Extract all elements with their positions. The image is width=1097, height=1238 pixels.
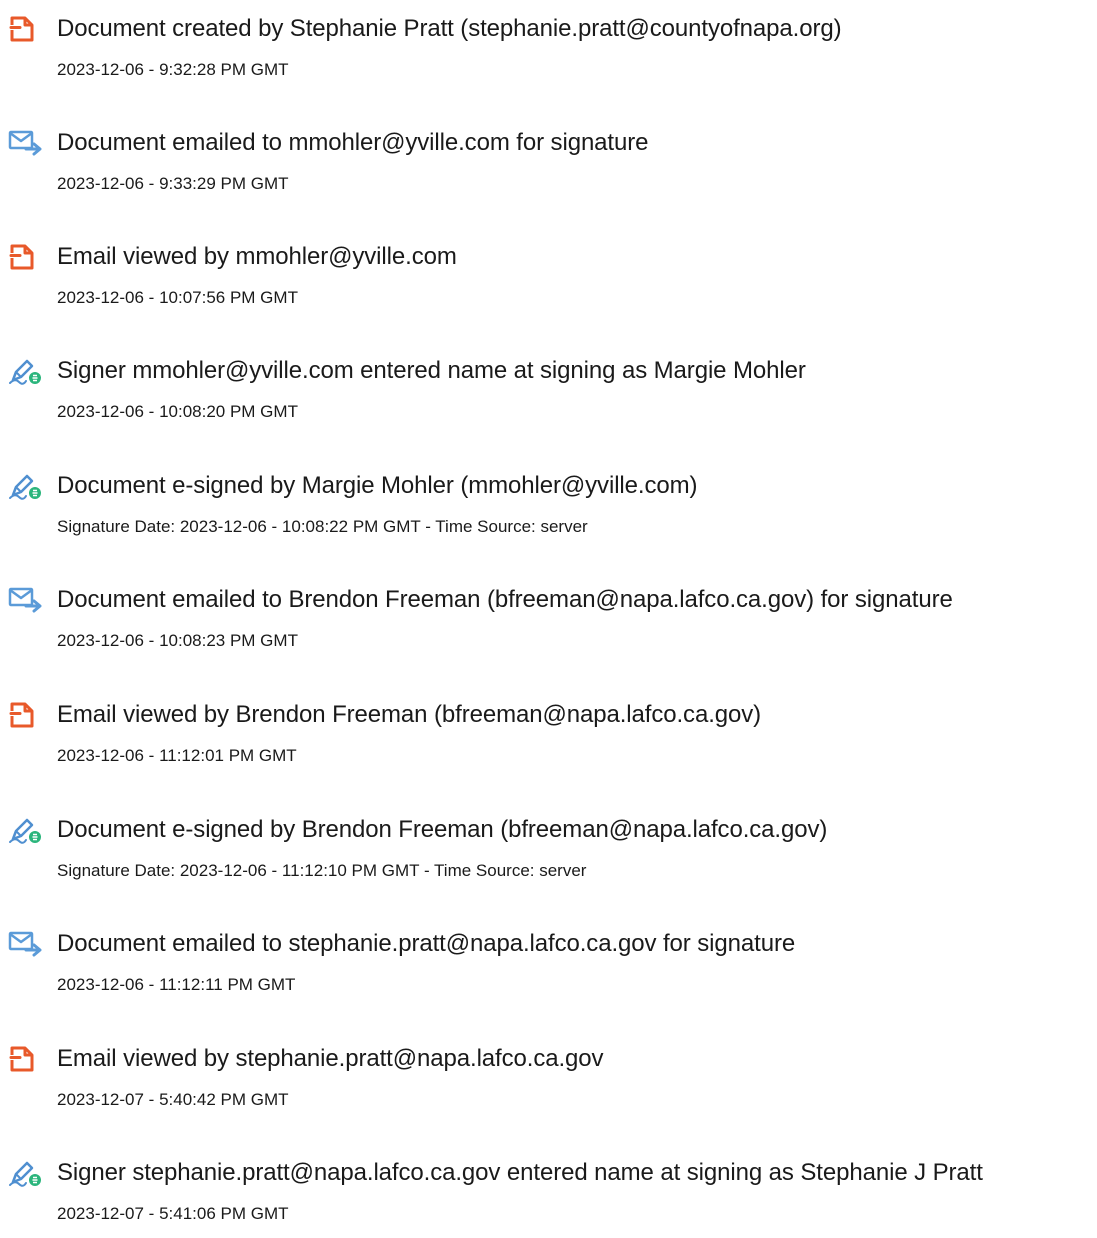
signature-detail: Signature Date: 2023-12-06 - 10:08:22 PM… [57, 517, 588, 536]
event-timestamp: 2023-12-06 - 10:08:20 PM GMT [57, 402, 298, 421]
event-title: Document e-signed by Brendon Freeman (bf… [57, 816, 828, 843]
event-timestamp: 2023-12-06 - 9:33:29 PM GMT [57, 174, 289, 193]
audit-event: Signer mmohler@yville.com entered name a… [0, 356, 1097, 436]
audit-event: Signer stephanie.pratt@napa.lafco.ca.gov… [0, 1158, 1097, 1238]
e-sign-icon [8, 471, 44, 501]
event-title: Document created by Stephanie Pratt (ste… [57, 15, 842, 42]
e-sign-icon [8, 1158, 44, 1188]
event-timestamp: 2023-12-06 - 10:07:56 PM GMT [57, 288, 298, 307]
event-title: Email viewed by mmohler@yville.com [57, 243, 457, 270]
event-title: Document e-signed by Margie Mohler (mmoh… [57, 472, 698, 499]
audit-event: Document e-signed by Brendon Freeman (bf… [0, 815, 1097, 895]
event-title: Document emailed to stephanie.pratt@napa… [57, 930, 796, 957]
document-viewed-icon [8, 700, 44, 730]
event-timestamp: 2023-12-06 - 11:12:11 PM GMT [57, 975, 296, 994]
audit-event: Document emailed to stephanie.pratt@napa… [0, 929, 1097, 1009]
document-viewed-icon [8, 1044, 44, 1074]
document-created-icon [8, 14, 44, 44]
event-title: Document emailed to mmohler@yville.com f… [57, 129, 649, 156]
audit-event: Email viewed by stephanie.pratt@napa.laf… [0, 1044, 1097, 1124]
event-title: Signer mmohler@yville.com entered name a… [57, 357, 806, 384]
email-sent-icon [8, 128, 44, 158]
email-sent-icon [8, 585, 44, 615]
audit-event: Document emailed to mmohler@yville.com f… [0, 128, 1097, 208]
event-timestamp: 2023-12-06 - 10:08:23 PM GMT [57, 631, 298, 650]
e-sign-icon [8, 356, 44, 386]
audit-event: Document e-signed by Margie Mohler (mmoh… [0, 471, 1097, 551]
event-title: Signer stephanie.pratt@napa.lafco.ca.gov… [57, 1159, 983, 1186]
event-timestamp: 2023-12-06 - 9:32:28 PM GMT [57, 60, 289, 79]
audit-event: Email viewed by Brendon Freeman (bfreema… [0, 700, 1097, 780]
event-timestamp: 2023-12-07 - 5:40:42 PM GMT [57, 1090, 289, 1109]
audit-event: Document emailed to Brendon Freeman (bfr… [0, 585, 1097, 665]
audit-event: Email viewed by mmohler@yville.com 2023-… [0, 242, 1097, 322]
event-title: Email viewed by Brendon Freeman (bfreema… [57, 701, 762, 728]
signature-detail: Signature Date: 2023-12-06 - 11:12:10 PM… [57, 861, 587, 880]
event-timestamp: 2023-12-06 - 11:12:01 PM GMT [57, 746, 297, 765]
document-viewed-icon [8, 242, 44, 272]
event-title: Document emailed to Brendon Freeman (bfr… [57, 586, 953, 613]
email-sent-icon [8, 929, 44, 959]
event-title: Email viewed by stephanie.pratt@napa.laf… [57, 1045, 604, 1072]
e-sign-icon [8, 815, 44, 845]
event-timestamp: 2023-12-07 - 5:41:06 PM GMT [57, 1204, 289, 1223]
audit-event: Document created by Stephanie Pratt (ste… [0, 14, 1097, 94]
